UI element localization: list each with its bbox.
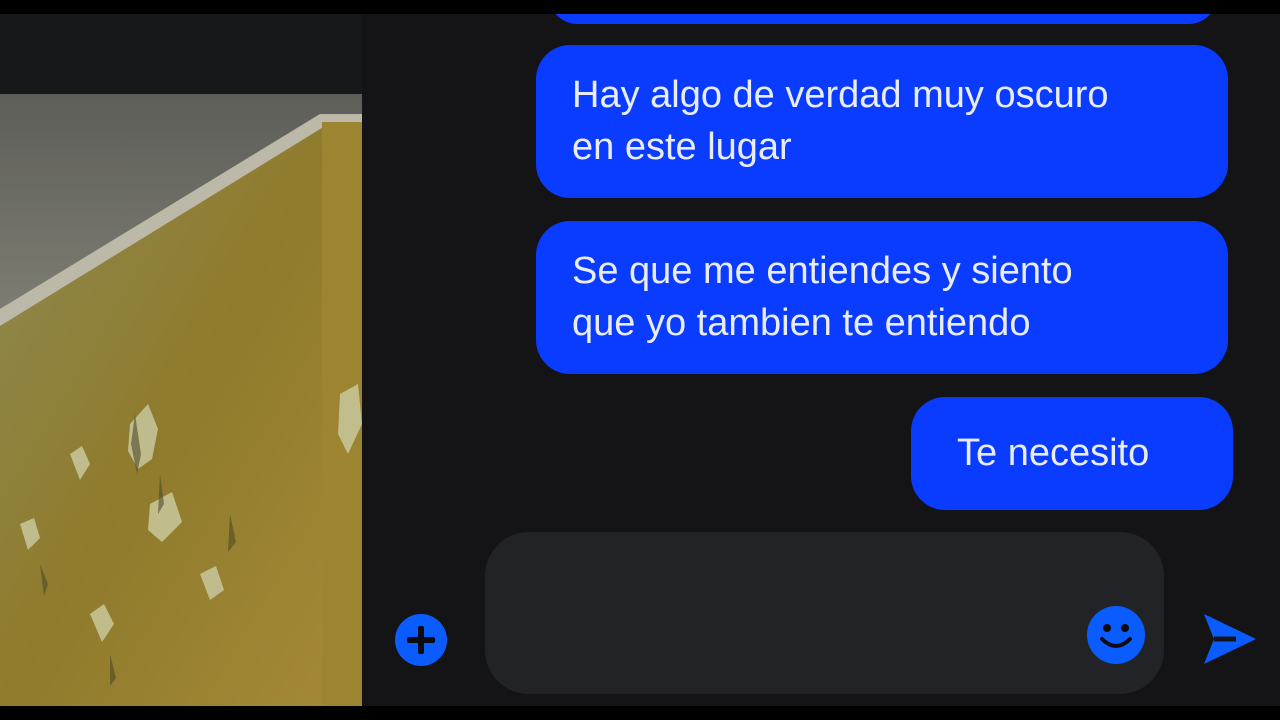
background-photo	[0, 94, 362, 706]
message-input[interactable]	[513, 592, 1077, 634]
message-text-line: Se que me entiendes y siento	[572, 250, 1073, 292]
message-text-line: Te necesito	[957, 432, 1150, 474]
emoji-button[interactable]	[1087, 606, 1145, 664]
add-attachment-button[interactable]	[395, 614, 447, 666]
message-bubble-partial	[548, 14, 1218, 24]
message-bubble: Te necesito	[911, 397, 1233, 510]
message-text-line: Hay algo de verdad muy oscuro	[572, 74, 1109, 116]
plus-icon	[407, 626, 435, 654]
message-bubble: Hay algo de verdad muy oscuro en este lu…	[536, 45, 1228, 198]
message-text-line: que yo tambien te entiendo	[572, 302, 1031, 344]
video-frame: Hay algo de verdad muy oscuro en este lu…	[0, 14, 1280, 706]
send-button[interactable]	[1200, 612, 1258, 666]
photo-header-bar	[0, 14, 362, 94]
message-bubble: Se que me entiendes y siento que yo tamb…	[536, 221, 1228, 374]
message-composer	[485, 532, 1164, 694]
smiley-icon	[1100, 624, 1132, 648]
message-text-line: en este lugar	[572, 126, 792, 168]
send-arrow-icon	[1204, 614, 1256, 664]
